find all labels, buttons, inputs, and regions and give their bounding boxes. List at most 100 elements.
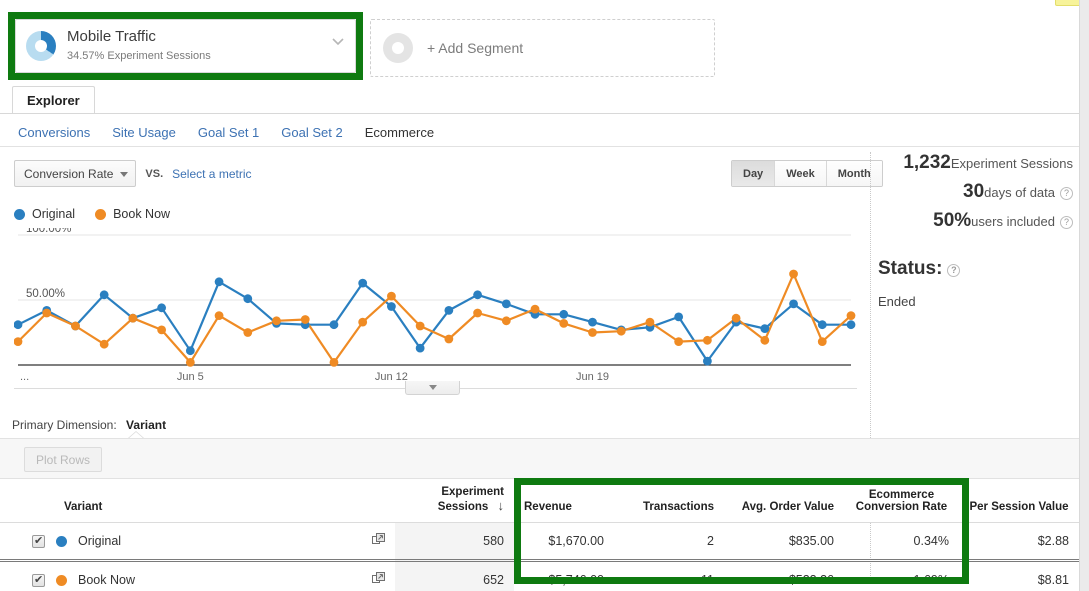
compare-windows-icon[interactable] bbox=[372, 533, 385, 549]
metric-selector-row: Conversion Rate VS. Select a metric bbox=[14, 160, 251, 187]
stat-experiment-sessions: 1,232Experiment Sessions bbox=[878, 152, 1073, 174]
stat-sessions-label: Experiment Sessions bbox=[950, 156, 1073, 171]
cell-avg-order-value: $835.00 bbox=[724, 522, 844, 562]
cell-ecommerce-conversion-rate: 1.69% bbox=[844, 560, 959, 591]
subnav-item-conversions[interactable]: Conversions bbox=[18, 125, 90, 140]
svg-text:Jun 19: Jun 19 bbox=[576, 371, 609, 383]
compare-windows-icon[interactable] bbox=[372, 572, 385, 588]
cell-revenue: $1,670.00 bbox=[514, 522, 614, 562]
svg-text:50.00%: 50.00% bbox=[26, 288, 65, 300]
right-scroll-gutter[interactable] bbox=[1079, 0, 1089, 591]
status-heading: Status: bbox=[878, 258, 943, 279]
question-mark-icon-days[interactable]: ? bbox=[1060, 187, 1073, 200]
variant-color-swatch bbox=[56, 574, 67, 586]
plot-rows-button[interactable]: Plot Rows bbox=[24, 447, 103, 472]
stat-days-of-data: 30days of data? bbox=[878, 181, 1073, 203]
cell-ecommerce-conversion-rate: 0.34% bbox=[844, 522, 959, 562]
column-header-revenue[interactable]: Revenue bbox=[514, 479, 614, 523]
svg-text:...: ... bbox=[20, 371, 29, 383]
add-segment-button[interactable]: + Add Segment bbox=[370, 19, 715, 77]
donut-empty-icon bbox=[383, 33, 413, 63]
table-header-row: Variant Experiment Sessions ↓ Revenue Tr… bbox=[0, 479, 1079, 523]
segment-name: Mobile Traffic bbox=[67, 28, 156, 46]
add-segment-label: + Add Segment bbox=[427, 40, 524, 56]
tab-strip: Explorer bbox=[0, 86, 1079, 114]
column-header-avg-order-value[interactable]: Avg. Order Value bbox=[724, 479, 844, 523]
report-subnav: Conversions Site Usage Goal Set 1 Goal S… bbox=[0, 118, 1079, 146]
granularity-day[interactable]: Day bbox=[732, 161, 776, 186]
stat-sessions-value: 1,232 bbox=[903, 152, 951, 173]
chart-svg: 100.00% 50.00%... Jun 5 Jun 12 Jun 19 bbox=[14, 228, 856, 383]
legend-item-book-now[interactable]: Book Now bbox=[95, 207, 170, 221]
legend-item-original[interactable]: Original bbox=[14, 207, 75, 221]
svg-text:100.00%: 100.00% bbox=[26, 228, 71, 235]
subnav-item-goal-set-2[interactable]: Goal Set 2 bbox=[281, 125, 342, 140]
primary-dimension-value[interactable]: Variant bbox=[126, 418, 166, 432]
chart-legend: Original Book Now bbox=[14, 207, 170, 221]
legend-swatch-book-now bbox=[95, 208, 107, 220]
donut-chart-icon bbox=[26, 31, 56, 61]
variant-color-swatch bbox=[56, 535, 67, 547]
chevron-down-icon[interactable] bbox=[331, 34, 345, 48]
stat-days-value: 30 bbox=[963, 181, 985, 202]
applied-segment-card[interactable]: Mobile Traffic 34.57% Experiment Session… bbox=[15, 19, 356, 73]
segment-subtitle: 34.57% Experiment Sessions bbox=[67, 50, 211, 62]
stat-users-included: 50%users included? bbox=[878, 210, 1073, 232]
arrow-down-icon: ↓ bbox=[497, 498, 505, 513]
table-row[interactable]: Original 580 $1,670.00 2 bbox=[0, 522, 1079, 562]
legend-label-book-now: Book Now bbox=[113, 207, 171, 221]
table-row[interactable]: Book Now 652 $5,746.00 11 bbox=[0, 560, 1079, 591]
experiment-stats-panel: 1,232Experiment Sessions 30days of data?… bbox=[878, 152, 1073, 309]
stat-users-label: users included bbox=[971, 214, 1055, 229]
cell-avg-order-value: $522.36 bbox=[724, 560, 844, 591]
caret-down-icon bbox=[428, 385, 437, 390]
granularity-week[interactable]: Week bbox=[775, 161, 827, 186]
primary-metric-select[interactable]: Conversion Rate bbox=[14, 160, 137, 187]
variant-name: Book Now bbox=[78, 573, 135, 587]
tab-explorer[interactable]: Explorer bbox=[12, 86, 95, 114]
conversion-rate-line-chart[interactable]: 100.00% 50.00%... Jun 5 Jun 12 Jun 19 bbox=[14, 228, 857, 388]
variant-cell: Original bbox=[0, 522, 395, 562]
row-checkbox[interactable] bbox=[32, 534, 45, 548]
variant-cell: Book Now bbox=[0, 560, 395, 591]
subnav-item-ecommerce[interactable]: Ecommerce bbox=[365, 125, 434, 140]
primary-dimension-label: Primary Dimension: bbox=[12, 418, 117, 432]
analytics-experiment-report: Mobile Traffic 34.57% Experiment Session… bbox=[0, 0, 1089, 591]
column-header-variant[interactable]: Variant bbox=[0, 479, 395, 523]
cell-transactions: 2 bbox=[614, 522, 724, 562]
question-mark-icon-status[interactable]: ? bbox=[947, 264, 961, 277]
cell-per-session-value: $8.81 bbox=[959, 560, 1079, 591]
segment-bar: Mobile Traffic 34.57% Experiment Session… bbox=[0, 6, 1079, 82]
subnav-item-goal-set-1[interactable]: Goal Set 1 bbox=[198, 125, 259, 140]
column-header-ecommerce-conversion-rate[interactable]: Ecommerce Conversion Rate bbox=[844, 479, 959, 523]
cell-revenue: $5,746.00 bbox=[514, 560, 614, 591]
primary-dimension-row: Primary Dimension: Variant bbox=[12, 418, 166, 432]
row-checkbox[interactable] bbox=[32, 573, 45, 587]
column-header-experiment-sessions-label: Experiment Sessions bbox=[437, 486, 504, 513]
question-mark-icon-users[interactable]: ? bbox=[1060, 216, 1073, 229]
primary-metric-value: Conversion Rate bbox=[24, 166, 114, 181]
cell-transactions: 11 bbox=[614, 560, 724, 591]
table-toolbar bbox=[0, 438, 1079, 479]
column-header-per-session-value[interactable]: Per Session Value bbox=[959, 479, 1079, 523]
legend-swatch-original bbox=[14, 208, 25, 220]
status-value: Ended bbox=[878, 294, 916, 309]
subnav-item-site-usage[interactable]: Site Usage bbox=[112, 125, 176, 140]
column-header-transactions[interactable]: Transactions bbox=[614, 479, 724, 523]
variant-metrics-table: Variant Experiment Sessions ↓ Revenue Tr… bbox=[0, 479, 1079, 591]
tab-underline bbox=[0, 113, 1079, 114]
subnav-underline bbox=[0, 146, 1079, 147]
granularity-month[interactable]: Month bbox=[826, 161, 882, 186]
legend-label-original: Original bbox=[32, 207, 76, 221]
granularity-toggle-group: Day Week Month bbox=[731, 160, 883, 187]
svg-text:Jun 5: Jun 5 bbox=[177, 371, 204, 383]
caret-down-icon bbox=[120, 172, 129, 177]
chart-collapse-handle[interactable] bbox=[405, 381, 460, 395]
variant-name: Original bbox=[78, 534, 122, 548]
vs-label: VS. bbox=[145, 167, 164, 180]
cell-experiment-sessions: 580 bbox=[395, 522, 514, 562]
stat-users-value: 50% bbox=[933, 210, 972, 231]
stat-days-label: days of data bbox=[984, 185, 1055, 200]
select-secondary-metric-link[interactable]: Select a metric bbox=[172, 167, 251, 181]
column-header-experiment-sessions[interactable]: Experiment Sessions ↓ bbox=[395, 479, 514, 523]
